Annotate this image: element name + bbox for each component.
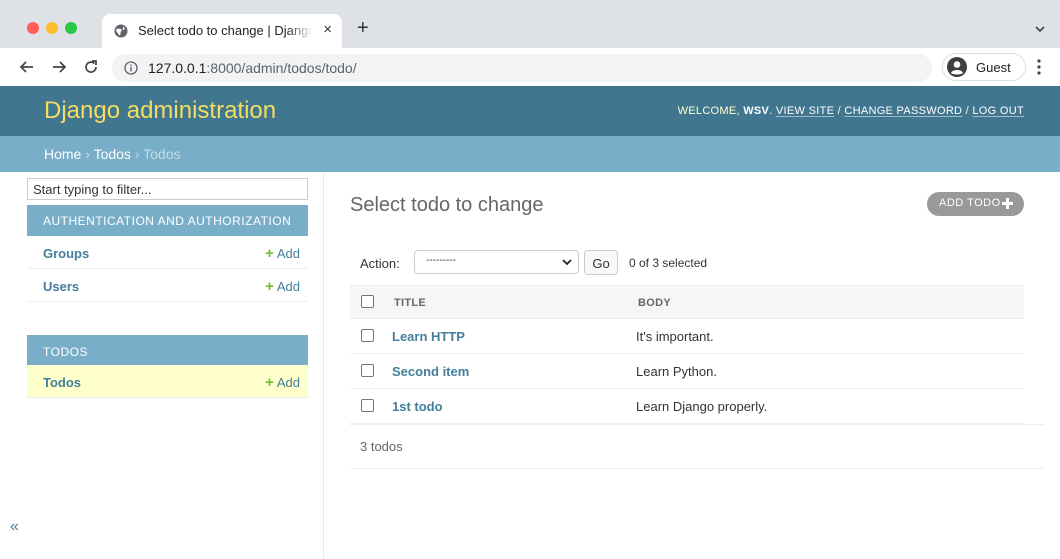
sidebar-item-label[interactable]: Users [43, 279, 79, 294]
kebab-menu-icon[interactable] [1036, 58, 1042, 76]
result-count: 3 todos [360, 439, 403, 454]
sidebar-item-todos: Todos + Add [27, 365, 308, 398]
select-all-checkbox[interactable] [361, 295, 374, 308]
browser-toolbar: 127.0.0.1:8000/admin/todos/todo/ Guest [0, 48, 1060, 86]
row-checkbox[interactable] [361, 399, 374, 412]
change-password-link[interactable]: CHANGE PASSWORD [844, 105, 962, 117]
table-row: Learn HTTP It's important. [350, 319, 1024, 354]
profile-icon [947, 57, 967, 77]
row-body: Learn Django properly. [636, 399, 768, 414]
admin-header: Django administration WELCOME, WSV. VIEW… [0, 86, 1060, 136]
action-select[interactable]: --------- [414, 250, 579, 274]
row-title-link[interactable]: Second item [392, 364, 469, 379]
sidebar-item-label[interactable]: Todos [43, 375, 81, 390]
profile-button[interactable]: Guest [942, 53, 1026, 81]
row-checkbox[interactable] [361, 364, 374, 377]
column-header-title[interactable]: TITLE [394, 297, 426, 309]
username: WSV [743, 105, 770, 117]
url-text: 127.0.0.1:8000/admin/todos/todo/ [148, 60, 357, 76]
new-tab-button[interactable]: + [357, 18, 369, 38]
action-select-value: --------- [426, 255, 456, 266]
result-list-table: TITLE BODY Learn HTTP It's important. Se… [350, 285, 1024, 424]
sidebar-item-users: Users + Add [27, 269, 308, 302]
go-button[interactable]: Go [584, 250, 618, 275]
user-tools-separator: / [962, 105, 973, 117]
user-tools: WELCOME, WSV. VIEW SITE / CHANGE PASSWOR… [678, 105, 1024, 117]
add-icon: + [265, 245, 274, 262]
browser-tab[interactable]: Select todo to change | Django site admi… [102, 14, 342, 48]
add-label: Add [276, 375, 300, 390]
breadcrumb-app[interactable]: Todos [94, 146, 131, 162]
address-bar[interactable]: 127.0.0.1:8000/admin/todos/todo/ [112, 54, 932, 82]
row-title-link[interactable]: Learn HTTP [392, 329, 465, 344]
add-label: Add [276, 246, 300, 261]
reload-icon[interactable] [82, 58, 100, 76]
nav-filter-input[interactable] [27, 178, 308, 200]
sidebar-item-label[interactable]: Groups [43, 246, 89, 261]
add-icon: + [265, 374, 274, 391]
view-site-link[interactable]: VIEW SITE [776, 105, 834, 117]
row-body: Learn Python. [636, 364, 717, 379]
tab-title: Select todo to change | Django site admi… [138, 23, 313, 38]
browser-tab-bar: Select todo to change | Django site admi… [0, 0, 1060, 48]
url-host: 127.0.0.1 [148, 60, 207, 76]
app-caption-auth[interactable]: AUTHENTICATION AND AUTHORIZATION [27, 205, 308, 236]
table-row: 1st todo Learn Django properly. [350, 389, 1024, 424]
breadcrumb-separator: › [81, 146, 94, 162]
chevron-down-icon [562, 259, 572, 266]
user-tools-separator: . [769, 105, 776, 117]
row-title-link[interactable]: 1st todo [392, 399, 443, 414]
action-counter: 0 of 3 selected [629, 256, 708, 270]
add-users-link[interactable]: + Add [265, 278, 300, 295]
globe-icon [114, 24, 128, 38]
add-todos-link[interactable]: + Add [265, 374, 300, 391]
site-branding[interactable]: Django administration [44, 97, 276, 125]
profile-label: Guest [976, 60, 1011, 75]
sidebar-item-groups: Groups + Add [27, 236, 308, 269]
forward-arrow-icon[interactable] [50, 58, 68, 76]
user-tools-separator: / [834, 105, 845, 117]
log-out-link[interactable]: LOG OUT [972, 105, 1024, 117]
action-label: Action: [360, 256, 400, 271]
plus-icon [1002, 198, 1013, 209]
maximize-window-button[interactable] [65, 22, 77, 34]
close-window-button[interactable] [27, 22, 39, 34]
chevron-down-icon[interactable] [1034, 24, 1046, 34]
add-icon: + [265, 278, 274, 295]
breadcrumb-separator: › [130, 146, 144, 162]
minimize-window-button[interactable] [46, 22, 58, 34]
add-groups-link[interactable]: + Add [265, 245, 300, 262]
tab-close-button[interactable]: × [323, 22, 332, 38]
breadcrumb-trail: Home › Todos › Todos [44, 146, 180, 162]
add-label: Add [276, 279, 300, 294]
add-todo-label: ADD TODO [939, 197, 1001, 209]
breadcrumb-home[interactable]: Home [44, 146, 81, 162]
add-todo-button[interactable]: ADD TODO [927, 192, 1024, 216]
paginator: 3 todos [350, 424, 1044, 469]
row-body: It's important. [636, 329, 714, 344]
row-checkbox[interactable] [361, 329, 374, 342]
url-path: :8000/admin/todos/todo/ [206, 60, 357, 76]
welcome-text: WELCOME, [677, 105, 744, 117]
column-header-body[interactable]: BODY [638, 297, 671, 309]
breadcrumb: Home › Todos › Todos [0, 136, 1060, 172]
nav-sidebar: AUTHENTICATION AND AUTHORIZATION Groups … [27, 172, 324, 559]
table-header: TITLE BODY [350, 285, 1024, 319]
breadcrumb-current: Todos [143, 146, 181, 162]
info-icon[interactable] [124, 61, 138, 75]
back-arrow-icon[interactable] [18, 58, 36, 76]
table-row: Second item Learn Python. [350, 354, 1024, 389]
sidebar-collapse-button[interactable]: « [10, 518, 19, 536]
app-caption-todos[interactable]: TODOS [27, 335, 308, 365]
page-title: Select todo to change [350, 194, 544, 216]
actions-bar: Action: --------- Go 0 of 3 selected [350, 245, 1024, 283]
